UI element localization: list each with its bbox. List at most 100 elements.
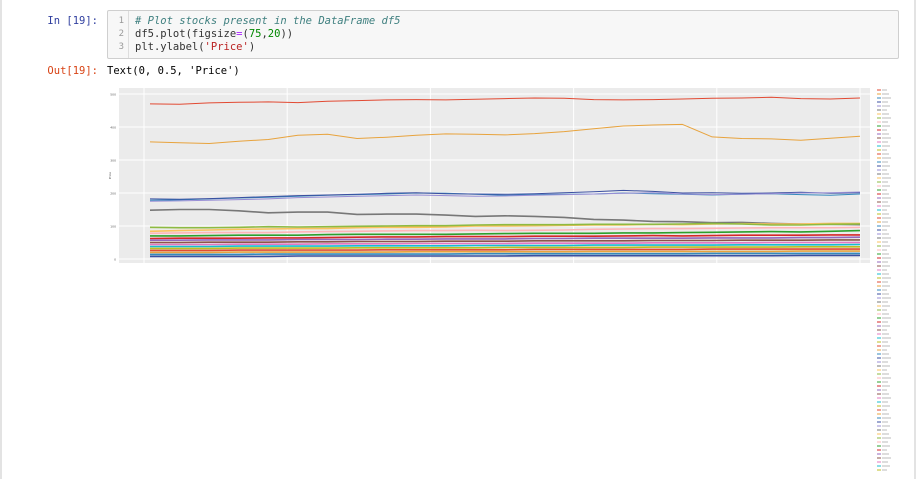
y-tick-label: 500 [110, 93, 116, 97]
legend-entry-label [882, 189, 887, 191]
legend-entry-label [882, 101, 888, 103]
code-cell-editor[interactable]: 1 2 3 # Plot stocks present in the DataF… [107, 10, 899, 59]
y-tick-label: 300 [110, 159, 116, 163]
legend-entry-label [882, 417, 891, 419]
code-token: 'Price' [204, 41, 249, 53]
legend-entry-label [882, 153, 889, 155]
legend-entry-label [882, 121, 888, 123]
chart-legend [877, 89, 891, 471]
legend-entry-label [882, 257, 891, 259]
legend-entry-label [882, 429, 887, 431]
legend-entry-label [882, 469, 887, 471]
legend-entry-label [882, 245, 890, 247]
legend-entry-label [882, 373, 889, 375]
input-prompt: In [19]: [47, 15, 98, 27]
legend-entry-label [882, 233, 889, 235]
code-line-1[interactable]: # Plot stocks present in the DataFrame d… [135, 15, 401, 27]
code-comment: # Plot stocks present in the DataFrame d… [135, 15, 401, 27]
legend-entry-label [882, 401, 888, 403]
code-line-2[interactable]: df5.plot(figsize=(75,20)) [135, 28, 293, 40]
legend-entry-label [882, 317, 891, 319]
legend-entry-label [882, 133, 889, 135]
legend-entry-label [882, 93, 889, 95]
line-number: 1 [118, 16, 124, 26]
code-token: 20 [267, 28, 281, 40]
legend-entry-label [882, 365, 890, 367]
legend-entry-label [882, 205, 890, 207]
legend-entry-label [882, 413, 889, 415]
legend-entry-label [882, 433, 889, 435]
legend-entry-label [882, 449, 887, 451]
legend-entry-label [882, 197, 891, 199]
legend-entry-label [882, 241, 888, 243]
legend-entry-label [882, 337, 891, 339]
line-number-gutter: 1 2 3 [108, 11, 129, 58]
legend-entry-label [882, 161, 888, 163]
line-number: 2 [118, 29, 124, 39]
legend-entry-label [882, 237, 891, 239]
code-token: ) [248, 41, 256, 53]
legend-entry-label [882, 385, 890, 387]
legend-entry-label [882, 169, 887, 171]
legend-entry-label [882, 309, 887, 311]
code-token: 75 [248, 28, 262, 40]
notebook-right-border [914, 0, 916, 479]
legend-entry-label [882, 321, 888, 323]
legend-entry-label [882, 421, 888, 423]
legend-entry-label [882, 137, 891, 139]
code-token: plt.ylabel( [135, 41, 205, 53]
legend-entry-label [882, 209, 887, 211]
legend-entry-label [882, 333, 889, 335]
legend-entry-label [882, 381, 888, 383]
legend-entry-label [882, 389, 887, 391]
legend-entry-label [882, 177, 891, 179]
legend-entry-label [882, 145, 890, 147]
legend-entry-label [882, 117, 891, 119]
legend-entry-label [882, 281, 888, 283]
legend-entry-label [882, 325, 890, 327]
legend-entry-label [882, 165, 890, 167]
legend-entry-label [882, 105, 890, 107]
legend-entry-label [882, 441, 888, 443]
legend-entry-label [882, 437, 891, 439]
legend-entry-label [882, 353, 889, 355]
legend-entry-label [882, 305, 890, 307]
notebook-left-border [0, 0, 2, 479]
legend-entry-label [882, 173, 889, 175]
legend-entry-label [882, 141, 888, 143]
legend-entry-label [882, 397, 891, 399]
legend-entry-label [882, 277, 891, 279]
legend-entry-label [882, 289, 887, 291]
legend-entry-label [882, 229, 887, 231]
legend-entry-label [882, 97, 891, 99]
legend-entry-label [882, 313, 889, 315]
output-prompt: Out[19]: [47, 65, 98, 77]
legend-entry-label [882, 269, 887, 271]
legend-entry-label [882, 357, 891, 359]
line-number: 3 [118, 42, 124, 52]
legend-entry-label [882, 129, 887, 131]
legend-entry-label [882, 425, 890, 427]
legend-entry-label [882, 285, 890, 287]
y-tick-label: 0 [114, 258, 116, 262]
legend-entry-label [882, 301, 888, 303]
output-text: Text(0, 0.5, 'Price') [107, 65, 240, 77]
code-token: )) [280, 28, 294, 40]
legend-entry-label [882, 445, 890, 447]
legend-entry-label [882, 109, 887, 111]
legend-entry-label [882, 453, 889, 455]
code-line-3[interactable]: plt.ylabel('Price') [135, 41, 255, 53]
legend-entry-label [882, 345, 890, 347]
legend-entry-label [882, 341, 888, 343]
legend-entry-label [882, 149, 887, 151]
legend-entry-label [882, 253, 889, 255]
legend-entry-label [882, 293, 889, 295]
code-token: df5.plot(figsize [135, 28, 237, 40]
legend-entry-label [882, 265, 890, 267]
legend-entry-label [882, 113, 889, 115]
legend-entry-label [882, 297, 891, 299]
legend-entry-label [882, 185, 890, 187]
legend-entry-label [882, 349, 887, 351]
legend-entry-label [882, 89, 887, 91]
legend-entry-label [882, 361, 888, 363]
